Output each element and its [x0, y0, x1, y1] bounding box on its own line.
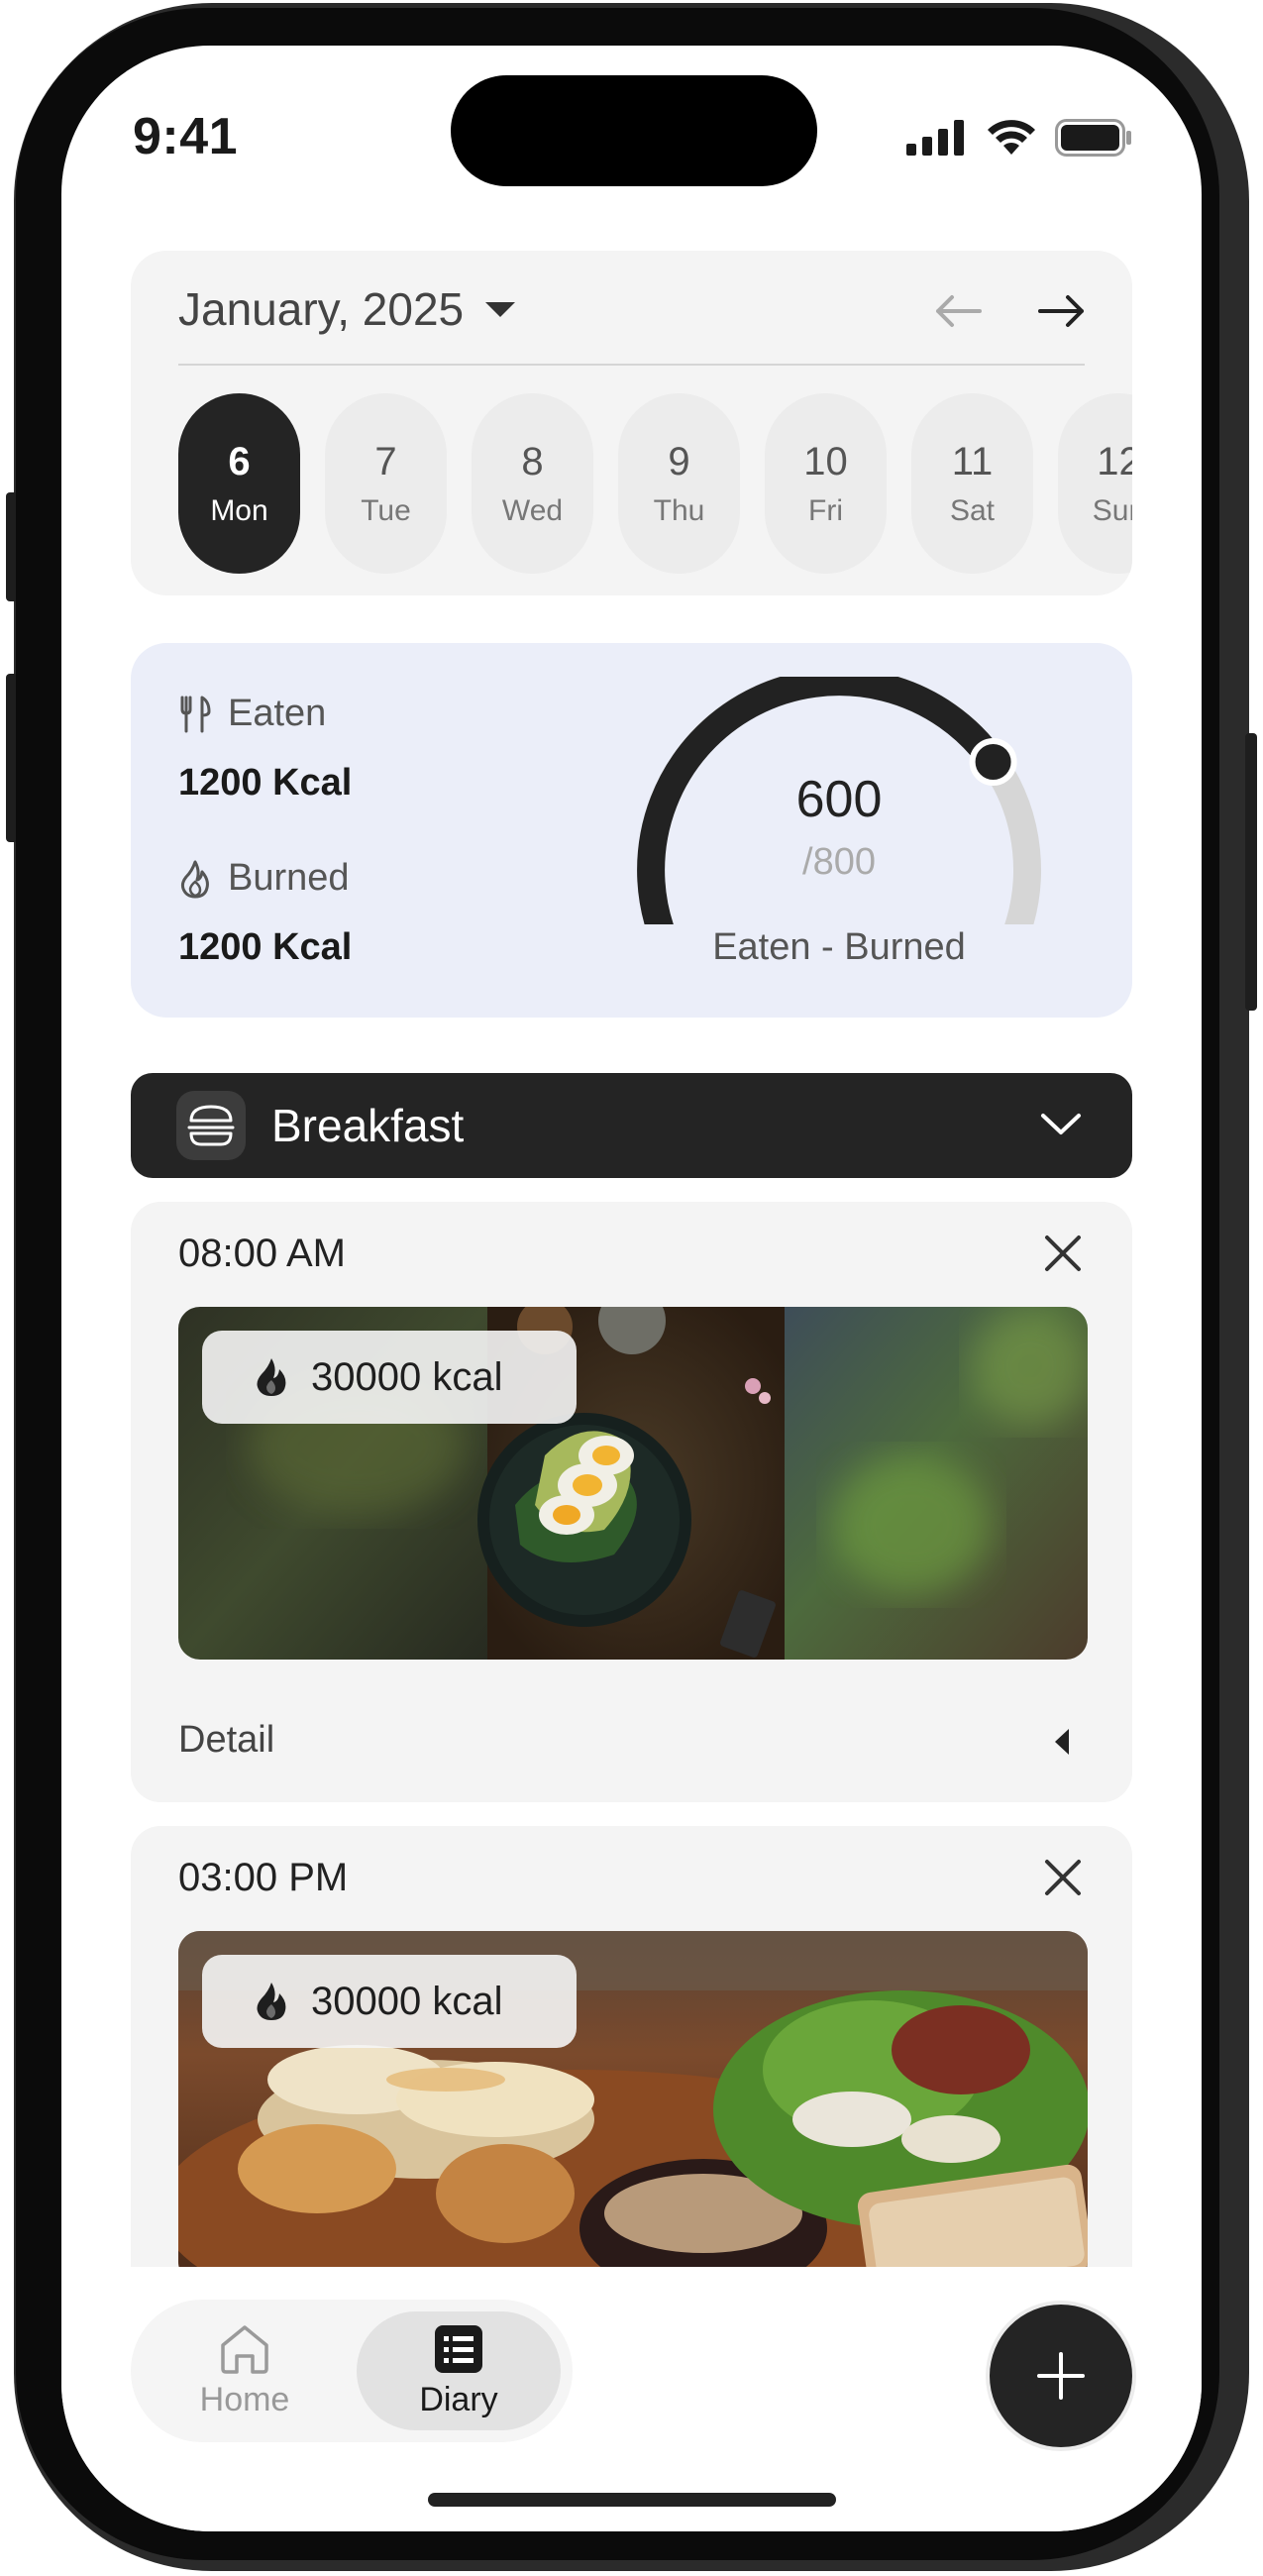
day-strip: 6 Mon 7 Tue 8 Wed 9 Thu 10 Fri 11 Sat 12 Sun [178, 393, 1132, 574]
day-weekday: Fri [808, 493, 843, 527]
home-indicator [428, 2493, 836, 2507]
burger-icon [176, 1091, 246, 1160]
day-chip[interactable]: 11 Sat [911, 393, 1033, 574]
gauge-max: /800 [802, 841, 876, 883]
calendar-divider [178, 364, 1085, 366]
day-chip[interactable]: 7 Tue [325, 393, 447, 574]
detail-label[interactable]: Detail [178, 1719, 274, 1762]
kcal-badge: 30000 kcal [202, 1955, 577, 2048]
close-icon[interactable] [1041, 1232, 1085, 1275]
day-chip[interactable]: 6 Mon [178, 393, 300, 574]
day-chip[interactable]: 8 Wed [472, 393, 593, 574]
burned-label: Burned [228, 857, 350, 899]
add-entry-button[interactable] [990, 2305, 1132, 2447]
day-weekday: Mon [210, 493, 268, 527]
tab-diary[interactable]: Diary [357, 2311, 561, 2430]
tab-bar: Home Diary [131, 2300, 573, 2442]
breakfast-accordion-header[interactable]: Breakfast [131, 1073, 1132, 1178]
cellular-signal-icon [906, 120, 964, 156]
day-number: 6 [228, 439, 251, 483]
day-chip[interactable]: 12 Sun [1058, 393, 1132, 574]
gauge-caption: Eaten - Burned [712, 926, 966, 968]
day-number: 11 [951, 439, 994, 483]
phone-power-button [1245, 733, 1257, 1011]
day-weekday: Wed [501, 493, 564, 527]
meal-entry-card: 08:00 AM 30000 kcal Detail [131, 1202, 1132, 1802]
wifi-icon [988, 120, 1035, 155]
day-weekday: Thu [653, 493, 705, 527]
status-icons [906, 119, 1132, 157]
kcal-value: 30000 kcal [311, 1354, 503, 1399]
flame-icon [257, 1983, 286, 2020]
kcal-badge: 30000 kcal [202, 1331, 577, 1424]
close-icon[interactable] [1041, 1856, 1085, 1899]
status-time: 9:41 [133, 108, 239, 165]
grilled-fish-salad-photo[interactable]: 30000 kcal [178, 1931, 1088, 2284]
caret-left-icon[interactable] [1051, 1727, 1073, 1757]
day-number: 8 [521, 439, 544, 483]
day-number: 10 [803, 439, 848, 483]
eaten-stat: Eaten [178, 693, 326, 735]
day-weekday: Sat [949, 493, 996, 527]
calorie-summary-card: Eaten 1200 Kcal Burned 1200 Kcal 600 /80… [131, 643, 1132, 1018]
tab-home-label: Home [199, 2380, 290, 2418]
home-icon [221, 2324, 268, 2374]
kcal-value: 30000 kcal [311, 1979, 503, 2023]
day-weekday: Tue [361, 493, 411, 527]
flame-icon [257, 1358, 286, 1396]
burned-value: 1200 Kcal [178, 926, 353, 968]
diary-list-icon [435, 2324, 482, 2373]
day-number: 7 [374, 439, 397, 483]
meal-title: Breakfast [271, 1100, 465, 1151]
fork-knife-icon [180, 696, 211, 732]
day-weekday: Sun [1092, 493, 1132, 527]
eaten-value: 1200 Kcal [178, 762, 353, 804]
app-screen: 9:41 January, 2025 6Mon 7 Tue 8 Wed 9 Th… [61, 46, 1202, 2531]
entry-time: 08:00 AM [178, 1232, 347, 1275]
next-arrow-icon[interactable] [1032, 286, 1092, 336]
tab-diary-label: Diary [419, 2380, 498, 2418]
plus-icon [1037, 2352, 1085, 2400]
date-selector-card: January, 2025 6 Mon 7 Tue 8 Wed 9 Thu 10 Fri 11 Sat… [131, 251, 1132, 595]
flame-outline-icon [180, 860, 209, 898]
chevron-down-icon[interactable] [1039, 1109, 1083, 1138]
day-chip[interactable]: 10 Fri [765, 393, 887, 574]
tab-home[interactable]: Home [143, 2311, 347, 2430]
gauge-value: 600 [795, 771, 883, 828]
caret-down-icon [485, 301, 516, 317]
dynamic-island [451, 75, 817, 186]
burned-stat: Burned [178, 857, 350, 900]
month-picker[interactable]: January, 2025 [178, 282, 516, 336]
eggs-avocado-toast-photo[interactable]: 30000 kcal [178, 1307, 1088, 1660]
battery-icon [1055, 119, 1131, 157]
month-label: January, 2025 [178, 283, 465, 335]
day-number: 9 [668, 439, 690, 483]
prev-arrow-icon[interactable] [928, 286, 988, 336]
day-chip[interactable]: 9 Thu [618, 393, 740, 574]
eaten-label: Eaten [228, 693, 327, 734]
day-number: 12 [1097, 439, 1132, 483]
entry-time: 03:00 PM [178, 1856, 349, 1899]
